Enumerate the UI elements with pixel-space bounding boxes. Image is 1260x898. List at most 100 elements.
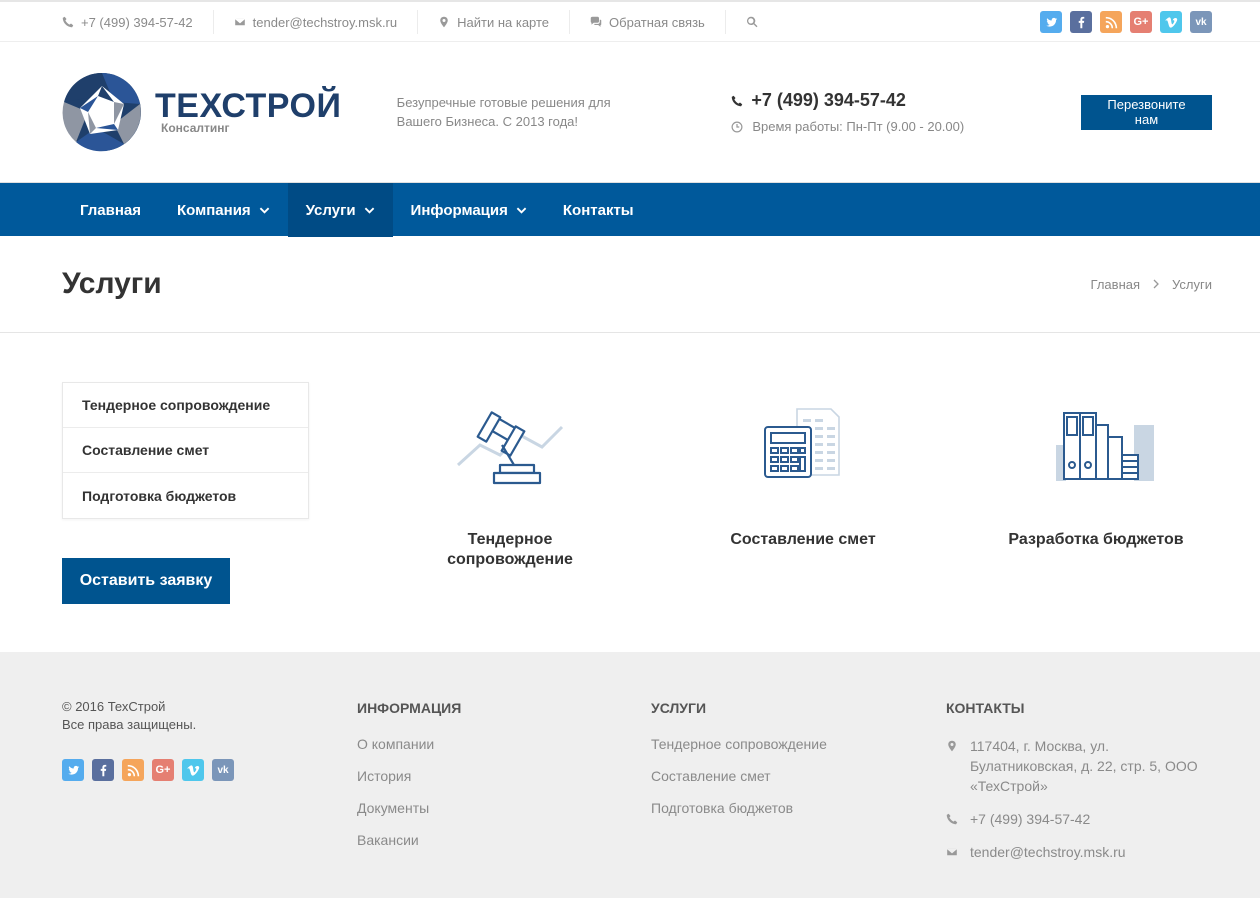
footer-link-history[interactable]: История [357, 768, 461, 784]
service-card-budgets[interactable]: Разработка бюджетов [986, 405, 1206, 550]
top-map-link[interactable]: Найти на карте [418, 10, 571, 34]
google-plus-button[interactable]: G+ [152, 759, 174, 781]
phone-icon [946, 813, 958, 825]
service-title-line: Тендерное [467, 531, 553, 548]
slogan-line: Безупречные готовые решения для [396, 95, 611, 110]
calculator-icon [764, 408, 840, 478]
top-bar: +7 (499) 394-57-42 tender@techstroy.msk.… [0, 0, 1260, 42]
logo-aperture-icon [62, 72, 141, 152]
sidebar-item-estimates[interactable]: Составление смет [63, 428, 308, 473]
nav-item-home[interactable]: Главная [62, 183, 159, 237]
top-phone-link[interactable]: +7 (499) 394-57-42 [62, 10, 214, 34]
top-links: +7 (499) 394-57-42 tender@techstroy.msk.… [62, 2, 778, 42]
service-card-tender[interactable]: Тендерное сопровождение [400, 405, 620, 570]
logo-name: ТЕХСТРОЙ [155, 87, 342, 125]
facebook-icon [1078, 16, 1084, 28]
twitter-button[interactable] [1040, 11, 1062, 33]
search-button[interactable] [726, 10, 778, 34]
address-line: «ТехСтрой» [970, 778, 1048, 794]
working-hours: Время работы: Пн-Пт (9.00 - 20.00) [731, 119, 1081, 134]
google-plus-button[interactable]: G+ [1130, 11, 1152, 33]
envelope-icon [233, 17, 246, 27]
footer-email-text: tender@techstroy.msk.ru [970, 844, 1126, 860]
footer-link-vacancies[interactable]: Вакансии [357, 832, 461, 848]
nav-item-services[interactable]: Услуги [287, 183, 393, 237]
main-nav: Главная Компания Услуги Информация Конта… [0, 182, 1260, 237]
header-phone-text: +7 (499) 394-57-42 [751, 90, 906, 110]
chevron-down-icon [516, 207, 527, 214]
footer-services: УСЛУГИ Тендерное сопровождение Составлен… [651, 698, 827, 832]
main-content: Тендерное сопровождение Составление смет… [0, 333, 1260, 652]
address-line: Булатниковская, д. 22, стр. 5, ООО [970, 758, 1198, 774]
footer-link-about[interactable]: О компании [357, 736, 461, 752]
footer-address: 117404, г. Москва, ул. Булатниковская, д… [946, 736, 1216, 796]
callback-button[interactable]: Перезвоните нам [1080, 94, 1212, 130]
nav-item-label: Информация [410, 201, 508, 219]
vimeo-icon [186, 764, 199, 776]
vk-button[interactable]: vk [212, 759, 234, 781]
address-line: 117404, г. Москва, ул. [970, 738, 1109, 754]
vk-icon: vk [217, 764, 229, 776]
rss-icon [127, 764, 139, 776]
header-phone[interactable]: +7 (499) 394-57-42 [731, 90, 1081, 111]
map-marker-icon [948, 740, 956, 752]
envelope-icon [946, 847, 958, 857]
footer-link-budgets[interactable]: Подготовка бюджетов [651, 800, 827, 816]
twitter-icon [67, 765, 79, 775]
service-title: Тендерное сопровождение [400, 530, 620, 570]
nav-item-information[interactable]: Информация [393, 183, 545, 237]
copyright: © 2016 ТехСтрой Все права защищены. [62, 698, 234, 734]
logo[interactable]: ТЕХСТРОЙ Консалтинг [62, 72, 397, 152]
vk-icon: vk [1195, 16, 1207, 28]
breadcrumb-home[interactable]: Главная [1091, 277, 1140, 292]
chevron-down-icon [364, 207, 374, 214]
service-card-estimates[interactable]: Составление смет [693, 405, 913, 550]
page-title: Услуги [62, 267, 162, 300]
nav-item-company[interactable]: Компания [159, 183, 288, 237]
sidebar-menu: Тендерное сопровождение Составление смет… [62, 382, 309, 519]
phone-icon [732, 95, 743, 106]
breadcrumb-current: Услуги [1172, 276, 1212, 292]
service-title: Составление смет [693, 530, 913, 550]
top-feedback-link[interactable]: Обратная связь [570, 10, 726, 34]
vimeo-button[interactable] [182, 759, 204, 781]
top-map-text: Найти на карте [457, 14, 550, 30]
chevron-down-icon [259, 207, 269, 214]
search-icon [746, 16, 758, 28]
footer-heading: УСЛУГИ [651, 700, 707, 716]
service-title: Разработка бюджетов [986, 530, 1206, 550]
request-button[interactable]: Оставить заявку [62, 558, 230, 604]
footer-link-documents[interactable]: Документы [357, 800, 461, 816]
phone-icon [62, 16, 74, 28]
slogan-line: Вашего Бизнеса. С 2013 года! [396, 114, 578, 129]
breadcrumb: Главная Услуги [1091, 277, 1212, 292]
slogan: Безупречные готовые решения для Вашего Б… [397, 93, 732, 131]
page-title-bar: Услуги Главная Услуги [0, 236, 1260, 333]
site-header: ТЕХСТРОЙ Консалтинг Безупречные готовые … [0, 42, 1260, 182]
google-plus-icon: G+ [155, 764, 171, 776]
footer-phone[interactable]: +7 (499) 394-57-42 [946, 809, 1216, 829]
footer-link-tender[interactable]: Тендерное сопровождение [651, 736, 827, 752]
vk-button[interactable]: vk [1190, 11, 1212, 33]
twitter-button[interactable] [62, 759, 84, 781]
twitter-icon [1045, 17, 1057, 27]
rss-icon [1105, 16, 1117, 28]
footer-information: ИНФОРМАЦИЯ О компании История Документы … [357, 698, 461, 864]
rss-button[interactable] [1100, 11, 1122, 33]
footer-link-estimates[interactable]: Составление смет [651, 768, 827, 784]
sidebar-item-budgets[interactable]: Подготовка бюджетов [63, 473, 308, 518]
sidebar-item-tender[interactable]: Тендерное сопровождение [63, 383, 308, 428]
working-hours-text: Время работы: Пн-Пт (9.00 - 20.00) [752, 119, 965, 134]
top-email-link[interactable]: tender@techstroy.msk.ru [214, 10, 419, 34]
facebook-button[interactable] [92, 759, 114, 781]
nav-item-label: Контакты [562, 201, 634, 219]
vimeo-button[interactable] [1160, 11, 1182, 33]
footer-socials: G+ vk [62, 759, 234, 781]
chevron-right-icon [1153, 279, 1159, 289]
top-email-text: tender@techstroy.msk.ru [252, 14, 398, 30]
footer-email[interactable]: tender@techstroy.msk.ru [946, 842, 1216, 862]
footer-contacts: КОНТАКТЫ 117404, г. Москва, ул. Булатник… [946, 698, 1216, 875]
rss-button[interactable] [122, 759, 144, 781]
nav-item-contacts[interactable]: Контакты [545, 183, 652, 237]
facebook-button[interactable] [1070, 11, 1092, 33]
